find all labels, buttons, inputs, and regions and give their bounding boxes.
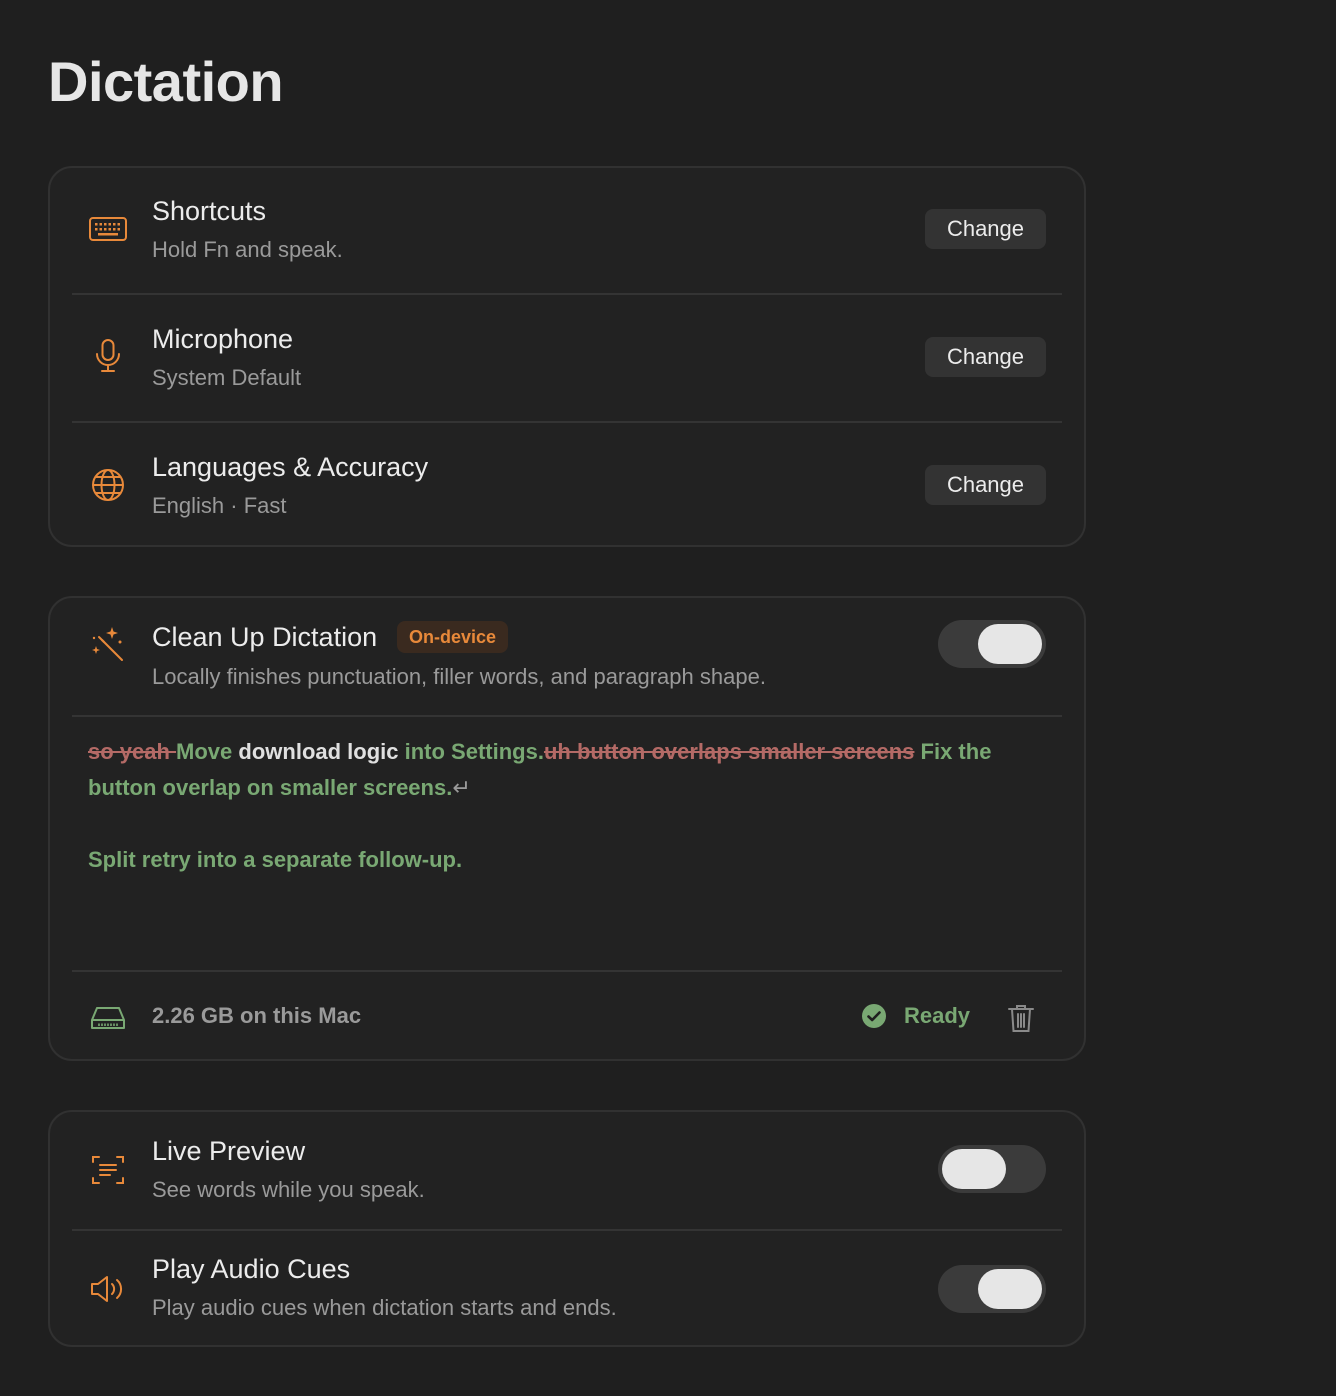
inserted-text: into Settings. xyxy=(404,739,544,764)
check-circle-icon xyxy=(861,1003,887,1029)
cleanup-card: Clean Up Dictation On-device Locally fin… xyxy=(48,596,1086,1061)
text-scan-icon xyxy=(88,1150,128,1190)
storage-size: 2.26 GB on this Mac xyxy=(152,1003,362,1028)
microphone-change-button[interactable]: Change xyxy=(925,337,1046,377)
audio-cues-row: Play Audio Cues Play audio cues when dic… xyxy=(50,1231,1084,1347)
toggle-knob xyxy=(942,1149,1006,1189)
toggle-knob xyxy=(978,624,1042,664)
divider xyxy=(72,970,1062,972)
microphone-icon xyxy=(88,336,128,376)
page-title: Dictation xyxy=(48,50,284,113)
feedback-settings-card: Live Preview See words while you speak. … xyxy=(48,1110,1086,1347)
toggle-knob xyxy=(978,1269,1042,1309)
inserted-text: Move xyxy=(176,739,233,764)
cleanup-title: Clean Up Dictation xyxy=(152,622,378,652)
languages-row: Languages & Accuracy English · Fast Chan… xyxy=(50,423,1084,547)
shortcuts-row: Shortcuts Hold Fn and speak. Change xyxy=(50,168,1084,294)
preview-paragraph-1: so yeah Move download logic into Setting… xyxy=(88,734,1044,806)
kept-text: download logic xyxy=(232,739,405,764)
globe-icon xyxy=(88,465,128,505)
audio-cues-toggle[interactable] xyxy=(938,1265,1046,1313)
hard-drive-icon xyxy=(88,998,128,1038)
ready-status: Ready xyxy=(904,1003,971,1028)
dictation-settings-page: Dictation Shortcuts Hold Fn and speak. C… xyxy=(0,0,1336,1396)
speaker-icon xyxy=(88,1269,128,1309)
return-icon: ↵ xyxy=(452,775,471,800)
audio-cues-subtitle: Play audio cues when dictation starts an… xyxy=(152,1295,617,1320)
input-settings-card: Shortcuts Hold Fn and speak. Change Micr… xyxy=(48,166,1086,547)
keyboard-icon xyxy=(88,209,128,249)
microphone-row: Microphone System Default Change xyxy=(50,295,1084,421)
languages-change-button[interactable]: Change xyxy=(925,465,1046,505)
microphone-title: Microphone xyxy=(152,324,294,354)
languages-subtitle: English · Fast xyxy=(152,493,287,518)
inserted-text: Split retry into a separate follow-up. xyxy=(88,847,463,872)
shortcuts-subtitle: Hold Fn and speak. xyxy=(152,237,343,262)
on-device-badge: On-device xyxy=(397,621,509,653)
microphone-subtitle: System Default xyxy=(152,365,302,390)
deleted-text: so yeah xyxy=(88,739,177,764)
live-preview-title: Live Preview xyxy=(152,1136,306,1166)
live-preview-toggle[interactable] xyxy=(938,1145,1046,1193)
trash-icon[interactable] xyxy=(1006,1002,1036,1034)
preview-paragraph-2: Split retry into a separate follow-up. xyxy=(88,842,1044,878)
divider xyxy=(72,715,1062,717)
live-preview-subtitle: See words while you speak. xyxy=(152,1177,425,1202)
languages-title: Languages & Accuracy xyxy=(152,452,429,482)
cleanup-toggle[interactable] xyxy=(938,620,1046,668)
audio-cues-title: Play Audio Cues xyxy=(152,1254,351,1284)
shortcuts-title: Shortcuts xyxy=(152,196,267,226)
cleanup-subtitle: Locally finishes punctuation, filler wor… xyxy=(152,664,766,689)
deleted-text: uh button overlaps smaller screens xyxy=(543,739,915,764)
shortcuts-change-button[interactable]: Change xyxy=(925,209,1046,249)
magic-wand-icon xyxy=(88,624,128,664)
cleanup-preview: so yeah Move download logic into Setting… xyxy=(88,734,1044,878)
live-preview-row: Live Preview See words while you speak. xyxy=(50,1112,1084,1230)
